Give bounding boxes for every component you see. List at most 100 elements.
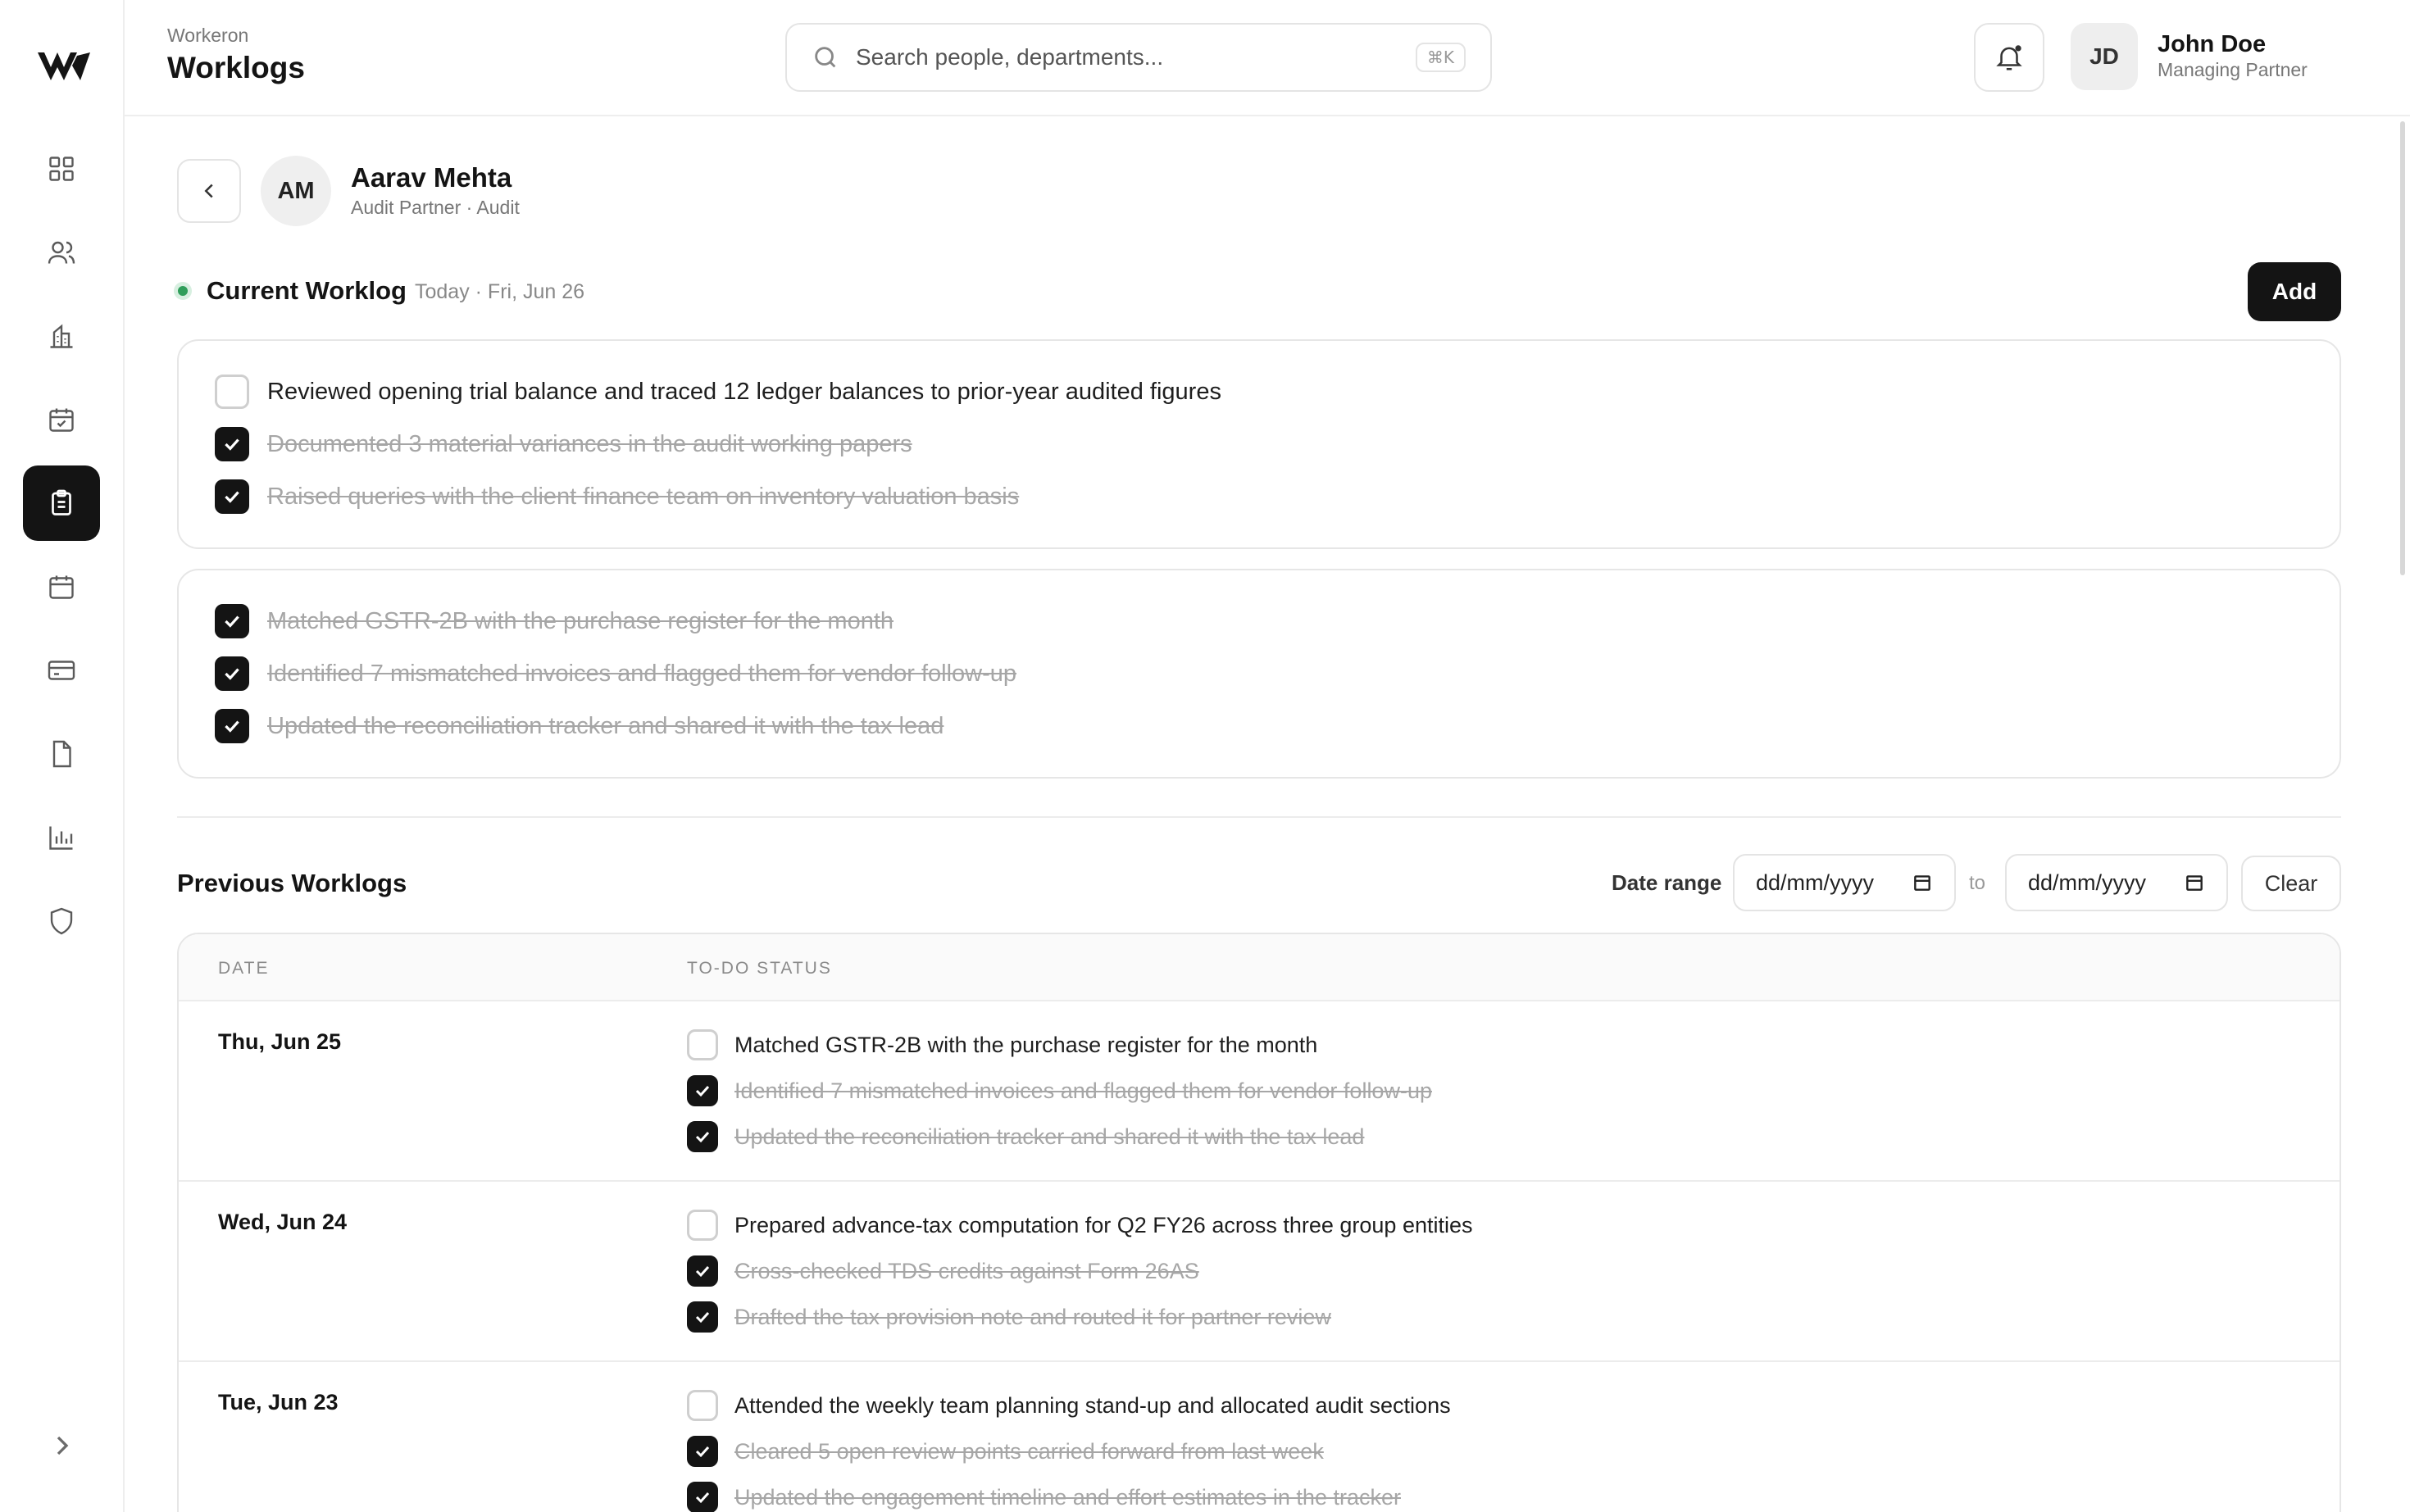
search-bar[interactable]: ⌘K [785,23,1492,92]
task-text: Updated the reconciliation tracker and s… [267,712,944,739]
task-text: Raised queries with the client finance t… [267,483,1020,510]
user-name[interactable]: John Doe [2158,31,2266,58]
add-button[interactable]: Add [2248,262,2341,321]
table-row: Thu, Jun 25 Matched GSTR-2B with the pur… [179,1001,2340,1182]
task-item[interactable]: Reviewed opening trial balance and trace… [215,374,2303,410]
task-text: Matched GSTR-2B with the purchase regist… [734,1032,1318,1057]
task-item[interactable]: Updated the reconciliation tracker and s… [687,1119,1432,1154]
search-shortcut-badge: ⌘K [1415,43,1466,72]
check-icon [225,491,239,503]
bar-chart-icon [49,826,73,850]
sidebar-item-people[interactable] [23,215,100,290]
to-label: to [1969,872,1986,894]
notifications-button[interactable] [1974,23,2044,92]
date-from-input[interactable]: dd/mm/yyyy [1733,854,1956,911]
document-icon [52,740,71,768]
task-text: Reviewed opening trial balance and trace… [267,378,1221,405]
task-checkbox[interactable] [215,479,249,514]
back-button[interactable] [177,159,241,223]
task-checkbox[interactable] [687,1075,718,1106]
sidebar-item-worklogs[interactable] [23,465,100,541]
check-icon [695,1085,710,1097]
check-icon [695,1131,710,1143]
task-item[interactable]: Updated the engagement timeline and effo… [687,1480,1451,1512]
row-tasks: Matched GSTR-2B with the purchase regist… [687,1028,1432,1154]
task-text: Attended the weekly team planning stand-… [734,1392,1451,1418]
task-checkbox[interactable] [687,1390,718,1421]
task-item[interactable]: Prepared advance-tax computation for Q2 … [687,1208,1473,1242]
check-icon [225,720,239,733]
task-item[interactable]: Matched GSTR-2B with the purchase regist… [215,603,2303,639]
date-range-label: Date range [1612,870,1722,895]
person-avatar: AM [261,156,331,226]
table-header: DATE TO-DO STATUS [179,934,2340,1001]
user-role: Managing Partner [2158,59,2308,80]
task-item[interactable]: Cross-checked TDS credits against Form 2… [687,1254,1473,1288]
task-text: Updated the engagement timeline and effo… [734,1484,1401,1510]
scrollbar[interactable] [2400,121,2405,575]
person-role: Audit Partner · Audit [351,197,520,218]
task-item[interactable]: Updated the reconciliation tracker and s… [215,708,2303,744]
shield-icon [50,907,73,935]
clear-button[interactable]: Clear [2241,856,2341,911]
task-text: Documented 3 material variances in the a… [267,430,912,457]
sidebar-item-attendance[interactable] [23,382,100,457]
column-header-date: DATE [218,959,270,978]
task-text: Updated the reconciliation tracker and s… [734,1124,1365,1149]
chevron-right-icon[interactable] [46,1429,79,1462]
task-text: Cleared 5 open review points carried for… [734,1438,1324,1464]
users-icon [48,241,75,264]
search-icon [815,47,836,68]
sidebar-item-security[interactable] [23,883,100,959]
sidebar-item-documents[interactable] [23,716,100,792]
task-checkbox[interactable] [687,1029,718,1060]
check-icon [695,1446,710,1458]
check-icon [695,1265,710,1278]
sidebar-item-dashboard[interactable] [23,131,100,207]
task-checkbox[interactable] [215,427,249,461]
sidebar-item-reports[interactable] [23,800,100,875]
task-item[interactable]: Matched GSTR-2B with the purchase regist… [687,1028,1432,1062]
task-checkbox[interactable] [687,1121,718,1152]
task-item[interactable]: Identified 7 mismatched invoices and fla… [215,656,2303,692]
task-checkbox[interactable] [687,1482,718,1512]
status-dot [174,282,192,300]
search-input[interactable] [856,44,1416,70]
previous-worklogs-table: DATE TO-DO STATUS Thu, Jun 25 Matched GS… [177,933,2341,1512]
check-icon [225,615,239,628]
task-text: Identified 7 mismatched invoices and fla… [734,1078,1432,1103]
workeron-logo-icon[interactable] [36,48,92,84]
task-text: Cross-checked TDS credits against Form 2… [734,1258,1199,1283]
task-item[interactable]: Documented 3 material variances in the a… [215,426,2303,462]
sidebar-item-departments[interactable] [23,298,100,374]
credit-card-icon [48,661,75,680]
person-name: Aarav Mehta [351,162,512,193]
calendar-picker-icon[interactable] [1912,872,1933,893]
task-checkbox[interactable] [215,604,249,638]
task-checkbox[interactable] [687,1210,718,1241]
row-date: Wed, Jun 24 [218,1210,348,1234]
calendar-icon [49,575,74,599]
task-checkbox[interactable] [687,1436,718,1467]
task-item[interactable]: Cleared 5 open review points carried for… [687,1434,1451,1469]
task-checkbox[interactable] [215,656,249,691]
task-item[interactable]: Attended the weekly team planning stand-… [687,1388,1451,1423]
task-text: Drafted the tax provision note and route… [734,1304,1331,1329]
row-date: Thu, Jun 25 [218,1029,342,1054]
calendar-picker-icon[interactable] [2184,872,2205,893]
app-name: Workeron [167,25,249,46]
sidebar-item-calendar[interactable] [23,549,100,624]
sidebar-item-payroll[interactable] [23,633,100,708]
task-checkbox[interactable] [215,709,249,743]
task-item[interactable]: Identified 7 mismatched invoices and fla… [687,1074,1432,1108]
check-icon [695,1311,710,1324]
task-checkbox[interactable] [687,1301,718,1333]
task-item[interactable]: Raised queries with the client finance t… [215,479,2303,515]
current-worklog-title: Current Worklog [207,276,407,305]
task-checkbox[interactable] [215,375,249,409]
sidebar [0,0,125,1512]
task-item[interactable]: Drafted the tax provision note and route… [687,1300,1473,1334]
task-checkbox[interactable] [687,1255,718,1287]
user-avatar[interactable]: JD [2071,23,2138,90]
date-to-input[interactable]: dd/mm/yyyy [2005,854,2228,911]
